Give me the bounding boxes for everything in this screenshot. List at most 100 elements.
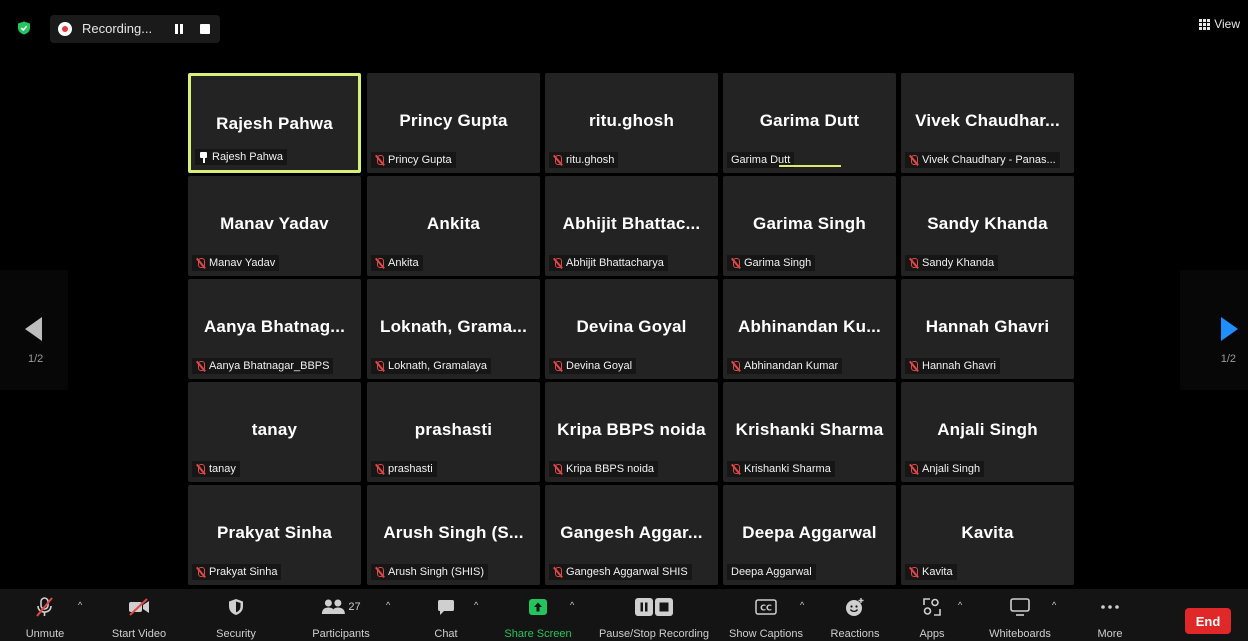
video-off-icon — [128, 597, 150, 617]
participant-display-name: Devina Goyal — [576, 317, 687, 336]
participants-label: Participants — [312, 628, 370, 640]
mic-muted-icon — [909, 463, 918, 475]
participants-caret-icon[interactable]: ^ — [386, 600, 390, 610]
participant-name-label: Garima Singh — [727, 255, 816, 271]
participants-button[interactable]: 27 Participants — [300, 589, 382, 641]
participant-tile[interactable]: Deepa Aggarwal Deepa Aggarwal — [723, 485, 896, 585]
mic-muted-icon — [553, 463, 562, 475]
apps-caret-icon[interactable]: ^ — [958, 600, 962, 610]
participant-name-label: prashasti — [371, 461, 437, 477]
participant-name-text: Gangesh Aggarwal SHIS — [566, 566, 688, 578]
apps-button[interactable]: Apps — [912, 589, 952, 641]
participant-display-name: Aanya Bhatnag... — [203, 317, 346, 336]
participant-tile[interactable]: Prakyat Sinha Prakyat Sinha — [188, 485, 361, 585]
unmute-button[interactable]: Unmute — [22, 589, 68, 641]
participant-name-label: Arush Singh (SHIS) — [371, 564, 488, 580]
participant-tile[interactable]: Kavita Kavita — [901, 485, 1074, 585]
meeting-toolbar: Unmute ^ Start Video Security 27 Partici… — [0, 589, 1248, 641]
whiteboards-button[interactable]: Whiteboards — [984, 589, 1056, 641]
participant-tile[interactable]: Arush Singh (S... Arush Singh (SHIS) — [367, 485, 540, 585]
participant-name-text: Devina Goyal — [566, 360, 633, 372]
participant-tile[interactable]: Garima Singh Garima Singh — [723, 176, 896, 276]
mic-muted-icon — [731, 257, 740, 269]
start-video-button[interactable]: Start Video — [110, 589, 168, 641]
chat-caret-icon[interactable]: ^ — [474, 600, 478, 610]
share-screen-caret-icon[interactable]: ^ — [570, 600, 574, 610]
audio-options-caret-icon[interactable]: ^ — [78, 600, 82, 610]
mic-muted-icon — [909, 566, 918, 578]
participant-display-name: Gangesh Aggar... — [560, 523, 703, 542]
share-screen-button[interactable]: Share Screen — [500, 589, 576, 641]
share-screen-icon — [528, 597, 548, 617]
unmute-label: Unmute — [25, 628, 65, 640]
participant-tile[interactable]: Rajesh Pahwa Rajesh Pahwa — [188, 73, 361, 173]
participant-tile[interactable]: tanay tanay — [188, 382, 361, 482]
participant-tile[interactable]: Manav Yadav Manav Yadav — [188, 176, 361, 276]
participant-display-name: Loknath, Grama... — [380, 317, 527, 336]
next-page-button[interactable]: 1/2 — [1180, 270, 1248, 390]
participant-display-name: prashasti — [414, 420, 493, 439]
previous-page-button[interactable]: 1/2 — [0, 270, 68, 390]
pause-stop-recording-button[interactable]: Pause/Stop Recording — [594, 589, 714, 641]
participant-name-label: Loknath, Gramalaya — [371, 358, 492, 374]
participant-name-text: Deepa Aggarwal — [731, 566, 812, 578]
participant-tile[interactable]: Vivek Chaudhar... Vivek Chaudhary - Panas… — [901, 73, 1074, 173]
participants-count: 27 — [348, 601, 361, 613]
participant-display-name: Garima Dutt — [759, 111, 860, 130]
participant-tile[interactable]: Ankita Ankita — [367, 176, 540, 276]
participant-name-label: Anjali Singh — [905, 461, 985, 477]
page-indicator-left: 1/2 — [28, 353, 44, 365]
participant-tile[interactable]: Aanya Bhatnag... Aanya Bhatnagar_BBPS — [188, 279, 361, 379]
participant-name-label: ritu.ghosh — [549, 152, 619, 168]
participant-name-text: Garima Singh — [744, 257, 812, 269]
recording-label: Recording... — [82, 21, 153, 36]
show-captions-button[interactable]: CC Show Captions — [726, 589, 806, 641]
participant-tile[interactable]: Devina Goyal Devina Goyal — [545, 279, 718, 379]
participant-name-label: Ankita — [371, 255, 423, 271]
participant-display-name: ritu.ghosh — [588, 111, 675, 130]
participant-name-label: Princy Gupta — [371, 152, 456, 168]
participant-name-text: Ankita — [388, 257, 419, 269]
participant-tile[interactable]: ritu.ghosh ritu.ghosh — [545, 73, 718, 173]
pause-stop-recording-label: Pause/Stop Recording — [598, 628, 710, 640]
shield-check-icon[interactable] — [17, 21, 31, 35]
participant-tile[interactable]: Hannah Ghavri Hannah Ghavri — [901, 279, 1074, 379]
participant-tile[interactable]: Abhinandan Ku... Abhinandan Kumar — [723, 279, 896, 379]
view-button[interactable]: View — [1199, 17, 1240, 31]
more-button[interactable]: More — [1092, 589, 1128, 641]
participant-tile[interactable]: Princy Gupta Princy Gupta — [367, 73, 540, 173]
more-dots-icon — [1100, 597, 1120, 617]
participant-name-label: Deepa Aggarwal — [727, 564, 816, 580]
participant-tile[interactable]: Loknath, Grama... Loknath, Gramalaya — [367, 279, 540, 379]
participant-display-name: Garima Singh — [753, 214, 866, 233]
participant-name-label: Vivek Chaudhary - Panas... — [905, 152, 1060, 168]
participant-tile[interactable]: Krishanki Sharma Krishanki Sharma — [723, 382, 896, 482]
start-video-label: Start Video — [111, 628, 167, 640]
participant-name-label: Prakyat Sinha — [192, 564, 282, 580]
show-captions-label: Show Captions — [729, 628, 803, 640]
captions-caret-icon[interactable]: ^ — [800, 600, 804, 610]
participant-tile[interactable]: prashasti prashasti — [367, 382, 540, 482]
stop-recording-icon[interactable] — [200, 24, 210, 34]
participant-tile[interactable]: Garima Dutt Garima Dutt — [723, 73, 896, 173]
shield-icon — [228, 597, 244, 617]
participant-tile[interactable]: Kripa BBPS noida Kripa BBPS noida — [545, 382, 718, 482]
chat-button[interactable]: Chat — [428, 589, 464, 641]
participant-tile[interactable]: Abhijit Bhattac... Abhijit Bhattacharya — [545, 176, 718, 276]
participants-icon: 27 — [321, 597, 361, 617]
participant-name-label: Devina Goyal — [549, 358, 637, 374]
security-button[interactable]: Security — [210, 589, 262, 641]
participant-name-text: Vivek Chaudhary - Panas... — [922, 154, 1056, 166]
participant-name-text: Sandy Khanda — [922, 257, 995, 269]
mic-muted-icon — [553, 566, 562, 578]
mic-muted-icon — [196, 463, 205, 475]
participant-tile[interactable]: Gangesh Aggar... Gangesh Aggarwal SHIS — [545, 485, 718, 585]
participant-tile[interactable]: Anjali Singh Anjali Singh — [901, 382, 1074, 482]
reactions-button[interactable]: Reactions — [826, 589, 884, 641]
end-meeting-button[interactable]: End — [1185, 608, 1231, 634]
participant-display-name: Ankita — [426, 214, 481, 233]
whiteboards-caret-icon[interactable]: ^ — [1052, 600, 1056, 610]
pause-recording-icon[interactable] — [174, 24, 184, 34]
participant-tile[interactable]: Sandy Khanda Sandy Khanda — [901, 176, 1074, 276]
mic-muted-icon — [196, 566, 205, 578]
